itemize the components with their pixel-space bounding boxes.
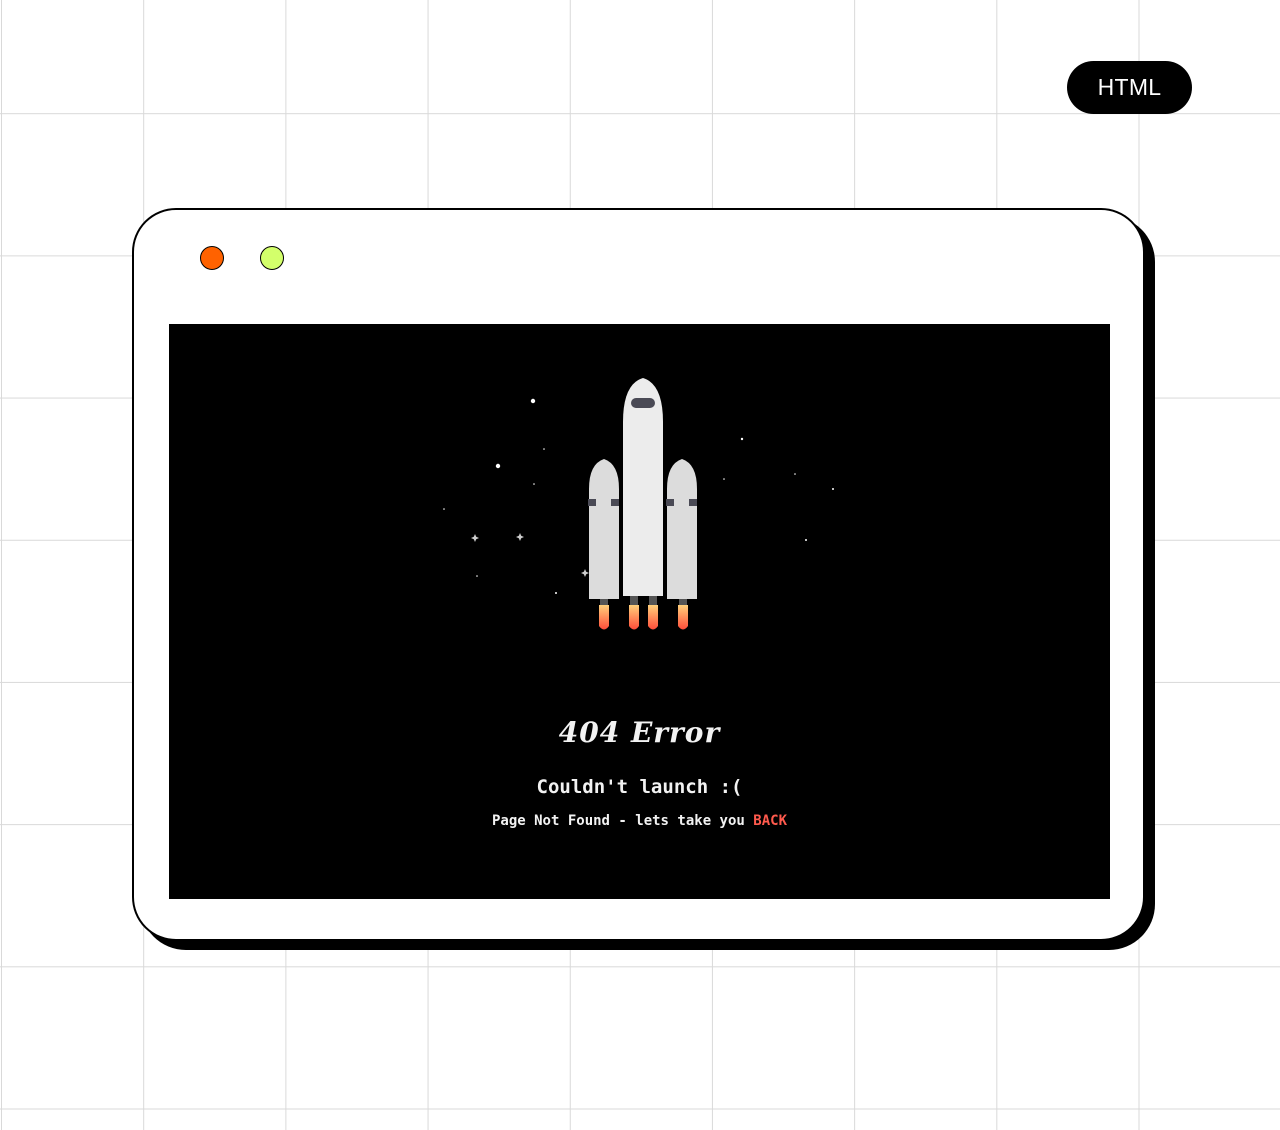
browser-window: 404 Error Couldn't launch :( Page Not Fo… <box>132 208 1145 941</box>
rocket-illustration <box>443 378 834 630</box>
error-title: 404 Error <box>558 716 721 749</box>
error-message-text: Page Not Found - lets take you <box>491 813 745 829</box>
error-subtitle: Couldn't launch :( <box>536 776 743 798</box>
back-link[interactable]: BACK <box>753 813 787 829</box>
html-badge-label: HTML <box>1097 74 1162 100</box>
left-booster <box>588 459 619 630</box>
html-badge: HTML <box>1067 61 1192 114</box>
error-message: Page Not Found - lets take you BACK <box>169 813 1110 829</box>
browser-viewport: 404 Error Couldn't launch :( Page Not Fo… <box>169 324 1110 899</box>
right-booster <box>666 459 697 630</box>
rocket-body <box>623 378 663 630</box>
close-dot[interactable] <box>200 246 224 270</box>
maximize-dot[interactable] <box>260 246 284 270</box>
